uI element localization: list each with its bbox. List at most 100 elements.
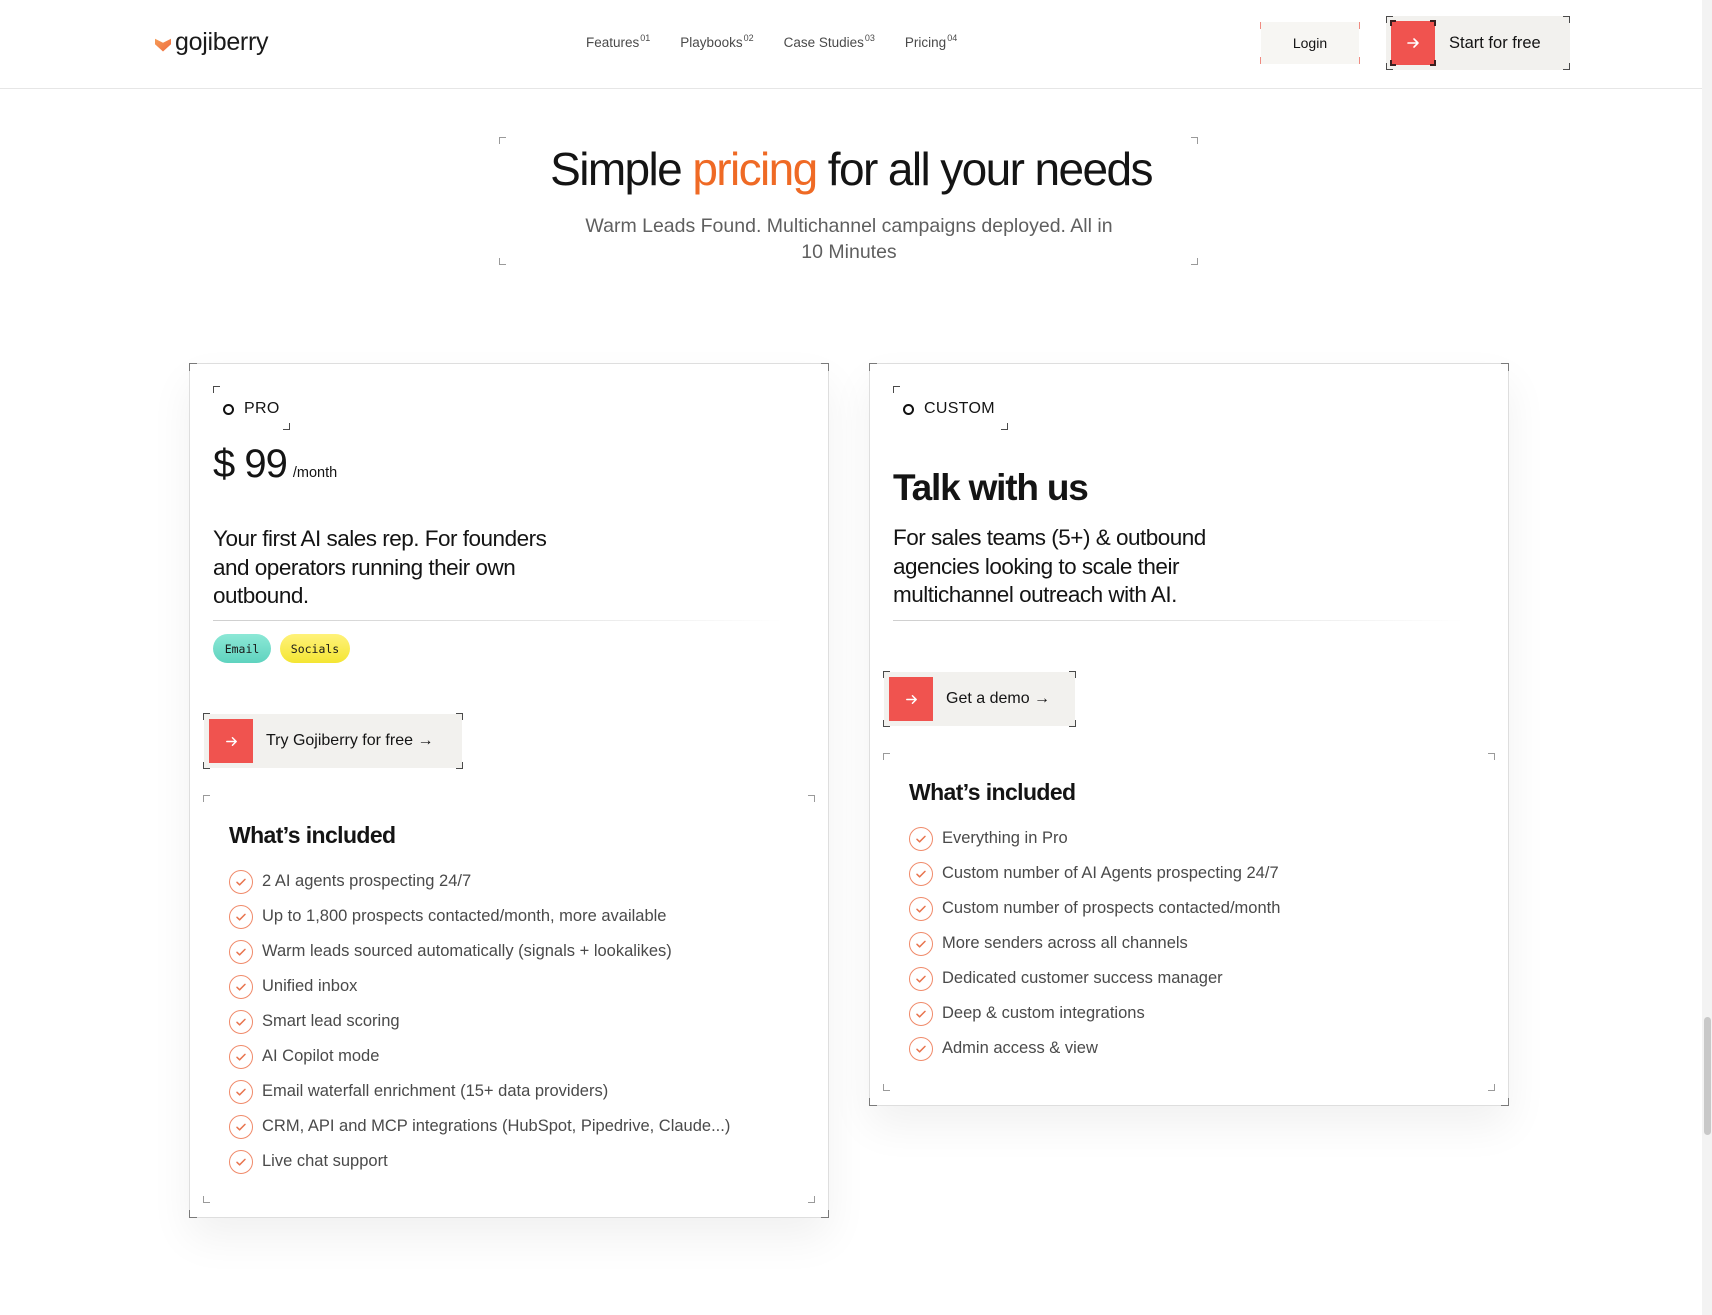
feature-text: Dedicated customer success manager [942,969,1223,987]
title-accent: pricing [692,143,818,195]
check-circle-icon [909,861,933,886]
custom-feature-list: Everything in Pro Custom number of AI Age… [909,821,1280,1066]
feature-item: Custom number of prospects contacted/mon… [909,891,1280,926]
feature-text: Deep & custom integrations [942,1004,1145,1022]
title-part: for all your needs [816,143,1154,195]
circle-dot-icon [223,403,234,415]
get-a-demo-button[interactable]: Get a demo → [883,671,1076,727]
check-circle-icon [229,1079,253,1104]
feature-item: Unified inbox [229,969,730,1004]
feature-item: Dedicated customer success manager [909,961,1280,996]
nav-label: Features [586,35,640,50]
feature-item: Smart lead scoring [229,1004,730,1039]
feature-item: Custom number of AI Agents prospecting 2… [909,856,1280,891]
login-button[interactable]: Login [1261,22,1359,64]
check-circle-icon [229,1114,253,1139]
feature-text: 2 AI agents prospecting 24/7 [262,872,472,890]
nav-playbooks[interactable]: Playbooks02 [680,33,753,50]
check-circle-icon [909,896,933,921]
nav-number: 01 [640,33,651,43]
circle-dot-icon [903,403,914,415]
check-circle-icon [909,826,933,851]
included-title: What’s included [909,779,1076,805]
plan-title: Talk with us [893,467,1089,508]
try-free-button[interactable]: Try Gojiberry for free → [203,713,463,769]
plan-description: Your first AI sales rep. For founders an… [213,526,547,608]
feature-text: Email waterfall enrichment (15+ data pro… [262,1082,609,1100]
check-circle-icon [229,904,253,929]
check-circle-icon [909,966,933,991]
start-for-free-button[interactable]: Start for free [1386,16,1570,70]
feature-text: Unified inbox [262,977,358,995]
feature-item: Warm leads sourced automatically (signal… [229,934,730,969]
feature-text: Smart lead scoring [262,1012,400,1030]
feature-text: Custom number of AI Agents prospecting 2… [942,864,1279,882]
check-circle-icon [229,1009,253,1034]
feature-item: Deep & custom integrations [909,996,1280,1031]
gojiberry-logo-icon [154,34,172,52]
pro-plan-card: PRO $ 99 /month Your first AI sales rep.… [189,363,829,1218]
included-title: What’s included [229,822,396,848]
plan-tag-label: PRO [244,400,280,417]
check-circle-icon [909,931,933,956]
nav-number: 04 [947,33,958,43]
feature-item: Everything in Pro [909,821,1280,856]
feature-text: Live chat support [262,1152,388,1170]
nav-label: Case Studies [783,35,864,50]
scrollbar-thumb[interactable] [1704,1017,1711,1135]
price-amount: $ 99 [213,442,288,486]
plan-price: $ 99 /month [213,442,337,487]
feature-item: Up to 1,800 prospects contacted/month, m… [229,899,730,934]
feature-item: 2 AI agents prospecting 24/7 [229,864,730,899]
feature-text: AI Copilot mode [262,1047,380,1065]
feature-item: AI Copilot mode [229,1039,730,1074]
check-circle-icon [909,1036,933,1061]
divider [213,620,783,621]
feature-item: CRM, API and MCP integrations (HubSpot, … [229,1109,730,1144]
title-part: Simple [550,143,693,195]
feature-text: Up to 1,800 prospects contacted/month, m… [262,907,667,925]
feature-text: CRM, API and MCP integrations (HubSpot, … [262,1117,731,1135]
feature-item: Admin access & view [909,1031,1280,1066]
plan-tag-label: CUSTOM [924,400,995,417]
feature-text: Admin access & view [942,1039,1098,1057]
check-circle-icon [909,1001,933,1026]
nav-label: Pricing [904,35,947,50]
socials-channel-badge: Socials [280,634,350,663]
custom-plan-card: CUSTOM Talk with us For sales teams (5+)… [869,363,1509,1106]
plan-tag: CUSTOM [903,400,995,418]
feature-text: Custom number of prospects contacted/mon… [942,899,1281,917]
check-circle-icon [229,939,253,964]
nav-number: 03 [864,33,875,43]
arrow-right-icon [209,719,253,763]
feature-item: Live chat support [229,1144,730,1179]
pro-feature-list: 2 AI agents prospecting 24/7 Up to 1,800 … [229,864,730,1179]
divider [893,620,1463,621]
feature-text: Warm leads sourced automatically (signal… [262,942,672,960]
nav-number: 02 [743,33,754,43]
arrow-right-icon [1390,20,1436,66]
feature-text: Everything in Pro [942,829,1068,847]
feature-item: Email waterfall enrichment (15+ data pro… [229,1074,730,1109]
page-title: Simple pricing for all your needs [0,142,1702,196]
price-period: /month [292,465,338,481]
check-circle-icon [229,974,253,999]
page-subtitle: Warm Leads Found. Multichannel campaigns… [585,215,1113,263]
nav-pricing[interactable]: Pricing04 [905,33,957,50]
logo-text: gojiberry [175,28,269,56]
check-circle-icon [229,1044,253,1069]
plan-tag: PRO [223,400,280,418]
plan-description: For sales teams (5+) & outbound agencies… [893,525,1206,607]
arrow-right-icon [889,677,933,721]
main-nav: Features01 Playbooks02 Case Studies03 Pr… [586,33,957,50]
feature-item: More senders across all channels [909,926,1280,961]
check-circle-icon [229,869,253,894]
nav-case-studies[interactable]: Case Studies03 [784,33,875,50]
nav-label: Playbooks [680,35,743,50]
login-label: Login [1292,35,1328,51]
email-channel-badge: Email [213,634,271,663]
check-circle-icon [229,1149,253,1174]
logo[interactable]: gojiberry [154,28,268,57]
top-navbar: gojiberry Features01 Playbooks02 Case St… [0,0,1702,89]
nav-features[interactable]: Features01 [586,33,650,50]
